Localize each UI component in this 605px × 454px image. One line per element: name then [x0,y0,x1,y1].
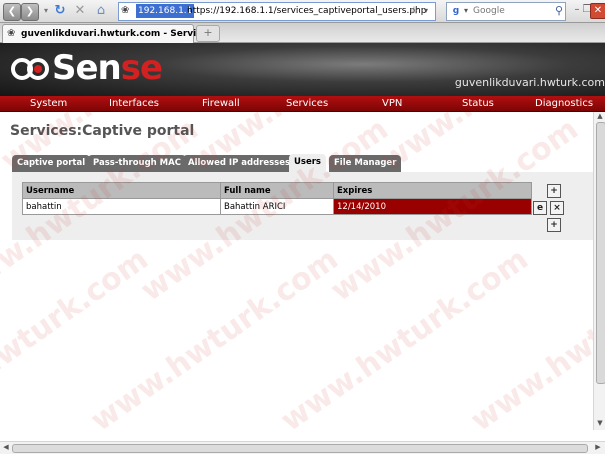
nav-services[interactable]: Services [286,96,328,111]
cell-username[interactable]: bahattin [22,198,221,215]
logo-text-white: Sen [52,48,122,88]
table-header-row: Username Full name Expires [22,182,532,199]
tab-file-manager[interactable]: File Manager [329,155,402,172]
search-engine-dropdown-icon[interactable]: ▾ [464,4,468,18]
watermark-text: www.hwturk.com [465,242,593,430]
stop-icon[interactable]: ✕ [72,3,88,19]
tab-users[interactable]: Users [289,154,326,172]
edit-user-icon[interactable]: e [533,201,547,215]
pfsense-logo-icon [11,58,49,80]
cell-expires[interactable]: 12/14/2010 [333,198,532,215]
site-identity-icon[interactable]: ❀ [121,5,134,17]
back-icon[interactable]: ❮ [3,3,21,21]
address-url[interactable]: https://192.168.1.1/services_captiveport… [187,4,426,18]
bookmark-star-icon[interactable]: ☆ [409,3,419,18]
col-username: Username [22,182,221,199]
forward-icon[interactable]: ❯ [21,3,39,21]
table-row[interactable]: bahattin Bahattin ARICI 12/14/2010 [22,198,532,215]
nav-system[interactable]: System [30,96,67,111]
browser-tab-strip: ❀ guvenlikduvari.hwturk.com - Service...… [0,23,605,43]
watermark-text: www.hwturk.com [0,242,155,430]
tab-pass-through-mac[interactable]: Pass-through MAC [88,155,186,172]
nav-status[interactable]: Status [462,96,494,111]
nav-interfaces[interactable]: Interfaces [109,96,159,111]
search-box[interactable]: g ▾ ⚲ [446,2,566,21]
close-window-icon[interactable]: ✕ [590,3,605,19]
watermark-text: www.hwturk.com [375,112,593,179]
reload-icon[interactable]: ↻ [52,3,68,19]
address-host-label[interactable]: 192.168.1.1 [136,4,195,18]
tab-allowed-ip-addresses[interactable]: Allowed IP addresses [183,155,296,172]
watermark-text: www.hwturk.com [275,242,535,430]
cell-full-name[interactable]: Bahattin ARICI [220,198,334,215]
add-user-bottom-icon[interactable]: + [547,218,561,232]
nav-firewall[interactable]: Firewall [202,96,240,111]
site-hostname: guvenlikduvari.hwturk.com [454,76,605,89]
watermark-text: www.hwturk.com [85,242,345,430]
delete-user-icon[interactable]: × [550,201,564,215]
pfsense-logo-text: Sense [52,47,163,89]
browser-toolbar: ❮ ❯ ▾ ↻ ✕ ⌂ ❀ 192.168.1.1 https://192.16… [0,0,605,23]
users-table: Username Full name Expires bahattin Baha… [22,182,532,215]
search-engine-icon[interactable]: g [449,5,463,17]
site-header: Sense guvenlikduvari.hwturk.com [0,43,605,96]
col-full-name: Full name [220,182,334,199]
add-user-top-icon[interactable]: + [547,184,561,198]
scroll-up-icon[interactable]: ▲ [594,112,605,120]
nav-vpn[interactable]: VPN [382,96,402,111]
tab-favicon-icon: ❀ [7,28,16,39]
browser-tab-title[interactable]: guvenlikduvari.hwturk.com - Service... [21,27,218,41]
scroll-down-icon[interactable]: ▼ [594,419,605,427]
new-tab-button[interactable]: + [196,25,220,42]
url-dropdown-icon[interactable]: ▾ [424,3,428,18]
page-title: Services:Captive portal [10,123,195,139]
main-nav: System Interfaces Firewall Services VPN … [0,96,605,112]
browser-tab[interactable]: ❀ guvenlikduvari.hwturk.com - Service... [2,24,218,43]
vertical-scrollbar[interactable]: ▲ ▼ [593,112,605,430]
horizontal-scrollbar[interactable]: ◀ ▶ [0,441,605,454]
logo-text-red: se [120,48,163,88]
nav-diagnostics[interactable]: Diagnostics [535,96,593,111]
search-input[interactable] [473,4,543,18]
scroll-left-icon[interactable]: ◀ [0,443,12,451]
search-icon[interactable]: ⚲ [555,3,563,18]
scroll-right-icon[interactable]: ▶ [592,443,604,451]
tab-captive-portal[interactable]: Captive portal [12,155,91,172]
home-icon[interactable]: ⌂ [93,3,109,19]
horizontal-scroll-thumb[interactable] [12,444,588,453]
col-expires: Expires [333,182,532,199]
address-bar[interactable]: ❀ 192.168.1.1 https://192.168.1.1/servic… [118,2,436,21]
vertical-scroll-thumb[interactable] [596,122,605,384]
